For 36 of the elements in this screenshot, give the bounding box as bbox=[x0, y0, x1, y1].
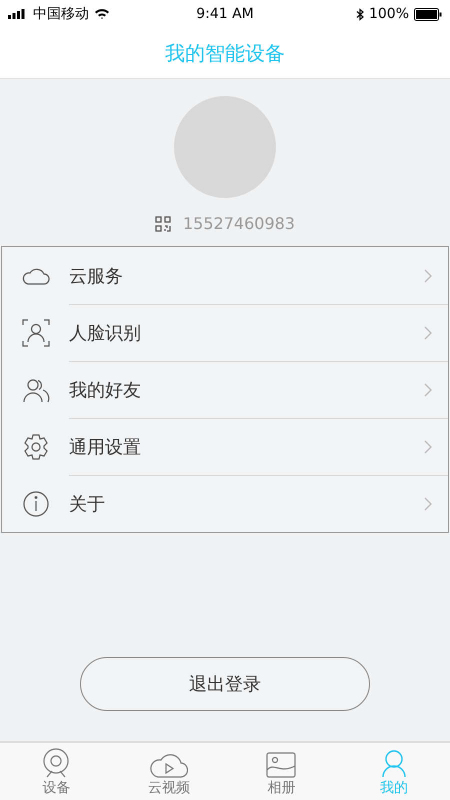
chevron-icon bbox=[424, 326, 432, 340]
logout-button[interactable]: 退出登录 bbox=[80, 657, 370, 711]
menu-item[interactable]: 关于 bbox=[2, 475, 448, 532]
menu-label: 通用设置 bbox=[69, 436, 142, 458]
page-title: 我的智能设备 bbox=[165, 40, 285, 66]
chevron-icon bbox=[424, 496, 432, 510]
image-icon bbox=[266, 752, 296, 778]
menu-item[interactable]: 通用设置 bbox=[2, 418, 448, 475]
person-icon bbox=[380, 750, 407, 778]
tab[interactable]: 云视频 bbox=[112, 743, 225, 800]
settings-icon bbox=[22, 432, 50, 460]
status-time: 9:41 AM bbox=[196, 6, 254, 22]
menu-label: 云服务 bbox=[69, 264, 124, 288]
chevron-icon bbox=[424, 440, 432, 454]
menu-item[interactable]: 人脸识别 bbox=[2, 304, 448, 361]
wifi-icon bbox=[94, 8, 110, 20]
tab[interactable]: 设备 bbox=[0, 743, 112, 800]
menu-item[interactable]: 我的好友 bbox=[2, 361, 448, 418]
cloud-icon bbox=[22, 266, 50, 284]
menu-label: 人脸识别 bbox=[69, 322, 142, 344]
menu-label: 关于 bbox=[69, 492, 106, 516]
menu-label: 我的好友 bbox=[69, 378, 142, 402]
cloud-play-icon bbox=[150, 752, 188, 778]
tab[interactable]: 相册 bbox=[225, 743, 338, 800]
qr-code-icon bbox=[155, 216, 171, 232]
face-scan-icon bbox=[22, 318, 50, 346]
phone-number: 15527460983 bbox=[183, 214, 295, 233]
chevron-icon bbox=[424, 268, 432, 282]
menu-item[interactable]: 云服务 bbox=[2, 247, 448, 304]
bluetooth-icon bbox=[356, 8, 364, 20]
chevron-icon bbox=[424, 382, 432, 396]
camera-icon bbox=[41, 748, 72, 778]
battery-percent: 100% bbox=[368, 6, 409, 22]
info-icon bbox=[22, 490, 48, 516]
carrier-name: 中国移动 bbox=[33, 5, 89, 23]
battery-icon bbox=[414, 8, 442, 20]
